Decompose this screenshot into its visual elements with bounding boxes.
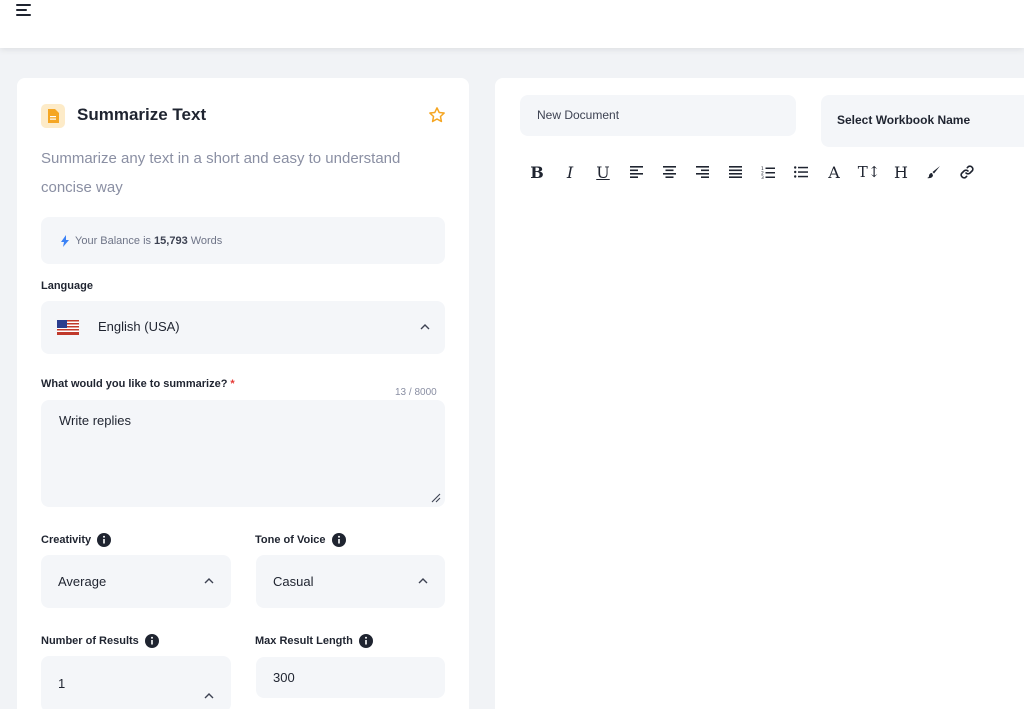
creativity-label-text: Creativity <box>41 534 92 546</box>
tone-select[interactable]: Casual <box>256 555 445 608</box>
text-size-button[interactable]: T↕ <box>856 161 882 183</box>
info-icon[interactable] <box>144 634 159 648</box>
editor-panel: New Document Select Workbook Name B I U <box>495 78 1024 709</box>
results-label-text: Number of Results <box>41 635 139 647</box>
align-right-button[interactable] <box>691 161 713 183</box>
results-select[interactable]: 1 <box>41 656 231 709</box>
max-length-label-text: Max Result Length <box>255 635 353 647</box>
summarize-text-value: Write replies <box>59 413 132 428</box>
link-button[interactable] <box>956 161 978 183</box>
justify-button[interactable] <box>724 161 746 183</box>
balance-suffix: Words <box>190 234 223 247</box>
creativity-select[interactable]: Average <box>41 555 231 608</box>
balance-prefix: Your Balance is <box>75 234 152 247</box>
info-icon[interactable] <box>358 634 373 648</box>
chevron-up-icon <box>418 578 428 584</box>
summarize-label: What would you like to summarize? * <box>41 378 235 390</box>
tone-label: Tone of Voice <box>255 533 346 547</box>
summarize-textarea[interactable]: Write replies <box>41 400 445 507</box>
results-label: Number of Results <box>41 634 159 648</box>
tool-form-panel: Summarize Text Summarize any text in a s… <box>17 78 469 709</box>
creativity-value: Average <box>58 574 107 589</box>
required-mark: * <box>230 378 235 390</box>
document-name-input[interactable]: New Document <box>520 95 796 136</box>
heading-button[interactable]: H <box>890 161 912 183</box>
text-size-glyph: T↕ <box>857 163 881 181</box>
language-label-text: Language <box>41 280 93 292</box>
link-icon <box>960 165 974 179</box>
workbook-select[interactable]: Select Workbook Name <box>821 95 1024 147</box>
max-length-label: Max Result Length <box>255 634 373 648</box>
heading-glyph: H <box>894 162 908 182</box>
ordered-list-button[interactable]: 1 2 3 <box>757 161 779 183</box>
summarize-label-text: What would you like to summarize? <box>41 378 228 390</box>
font-color-glyph: A <box>828 162 840 182</box>
align-left-button[interactable] <box>625 161 647 183</box>
us-flag-icon <box>57 320 79 335</box>
max-length-input[interactable]: 300 <box>256 657 445 698</box>
top-bar <box>0 0 1024 48</box>
info-icon[interactable] <box>331 533 346 547</box>
font-color-button[interactable]: A <box>823 161 845 183</box>
language-select[interactable]: English (USA) <box>41 301 445 354</box>
chevron-up-icon <box>204 578 214 584</box>
chevron-up-icon <box>420 324 430 330</box>
tone-label-text: Tone of Voice <box>255 534 326 546</box>
bold-button[interactable]: B <box>526 161 548 183</box>
lightning-icon <box>61 234 69 247</box>
italic-glyph: I <box>566 162 574 182</box>
bold-glyph: B <box>530 162 544 182</box>
justify-icon <box>728 166 742 178</box>
underline-glyph: U <box>596 162 610 182</box>
italic-button[interactable]: I <box>559 161 581 183</box>
document-icon <box>41 104 65 128</box>
balance-banner: Your Balance is 15,793 Words <box>41 217 445 264</box>
chevron-up-icon <box>204 693 214 699</box>
character-counter: 13 / 8000 <box>395 387 437 398</box>
menu-icon[interactable] <box>16 4 34 18</box>
language-value: English (USA) <box>98 319 180 334</box>
balance-amount: 15,793 <box>154 234 188 247</box>
tool-description: Summarize any text in a short and easy t… <box>41 150 401 196</box>
paint-brush-button[interactable] <box>923 161 945 183</box>
bullet-list-icon <box>794 166 808 178</box>
info-icon[interactable] <box>97 533 112 547</box>
language-label: Language <box>41 280 93 292</box>
align-center-icon <box>662 166 676 178</box>
ordered-list-icon: 1 2 3 <box>761 166 775 179</box>
align-center-button[interactable] <box>658 161 680 183</box>
workbook-placeholder: Select Workbook Name <box>837 113 971 127</box>
tone-value: Casual <box>273 574 314 589</box>
resize-handle-icon[interactable] <box>431 493 441 503</box>
align-right-icon <box>695 166 709 178</box>
star-icon[interactable] <box>428 106 446 124</box>
paint-brush-icon <box>927 166 940 179</box>
svg-text:3: 3 <box>761 175 764 179</box>
creativity-label: Creativity <box>41 533 112 547</box>
bullet-list-button[interactable] <box>790 161 812 183</box>
max-length-value: 300 <box>273 670 295 685</box>
align-left-icon <box>629 166 643 178</box>
document-name-value: New Document <box>537 108 620 122</box>
results-value: 1 <box>58 676 66 691</box>
tool-title: Summarize Text <box>77 105 207 124</box>
underline-button[interactable]: U <box>592 161 614 183</box>
